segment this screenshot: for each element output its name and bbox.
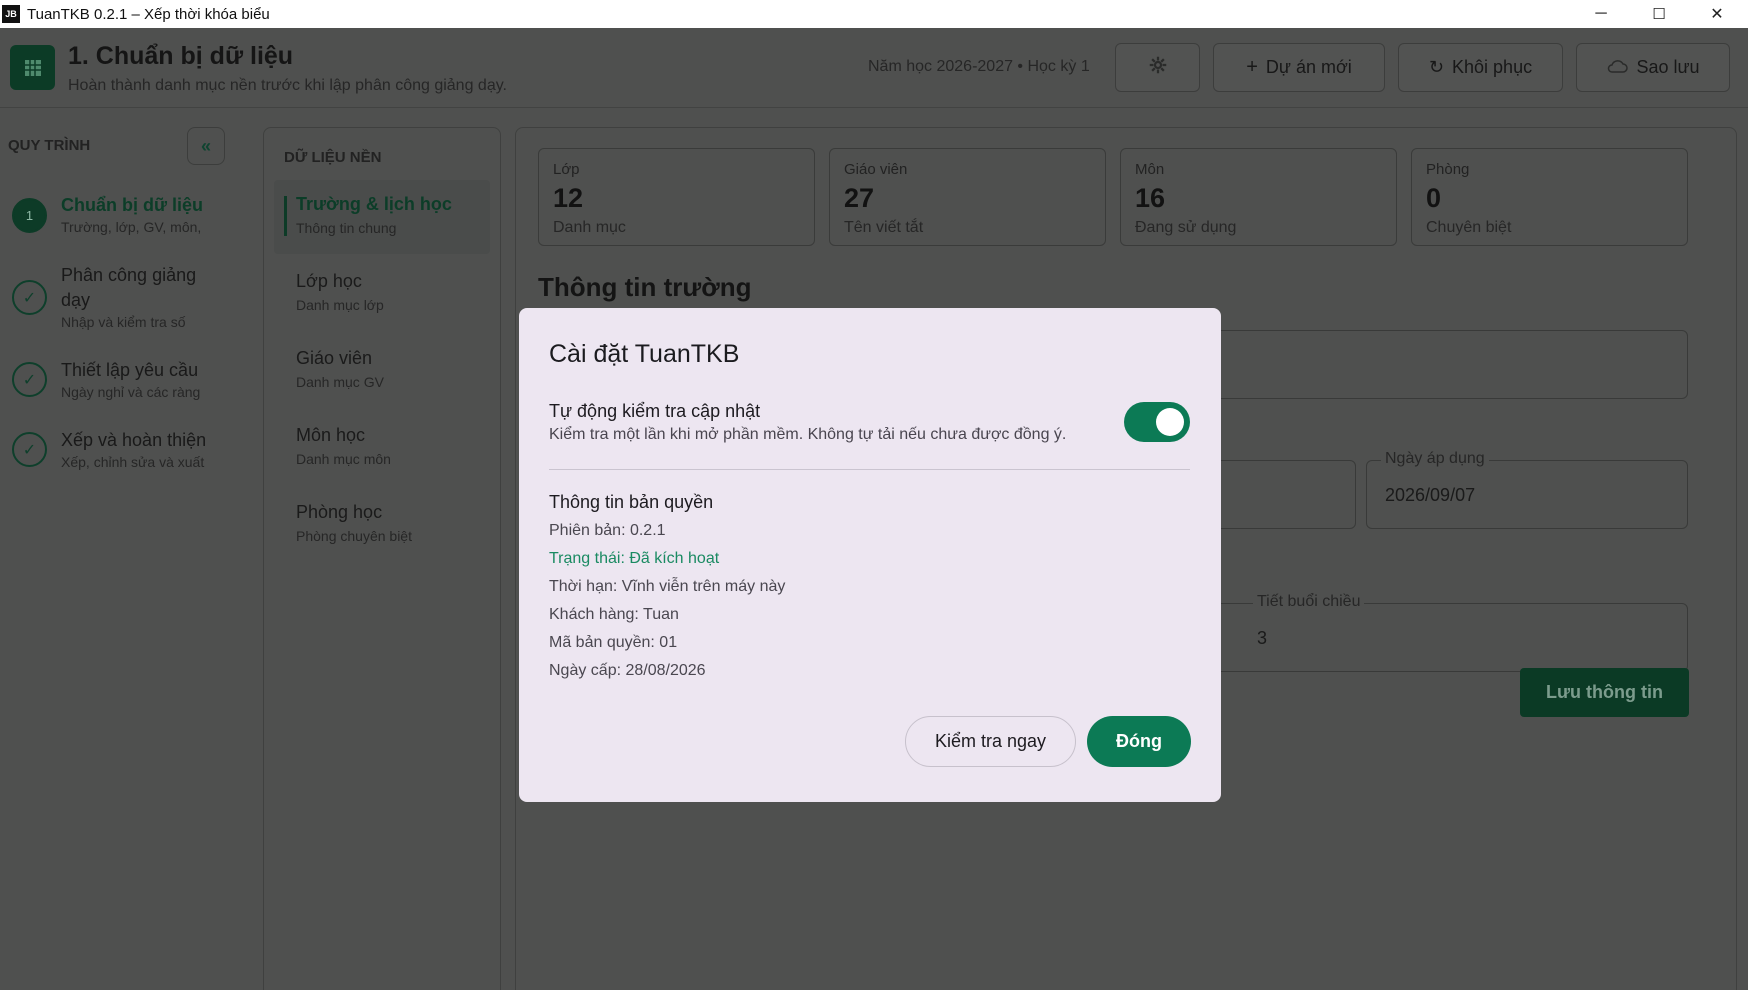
workflow-step-label: Phân công giảng dạy <box>61 265 197 310</box>
divider <box>549 469 1190 470</box>
settings-button[interactable] <box>1115 43 1200 92</box>
save-info-button[interactable]: Lưu thông tin <box>1520 668 1689 717</box>
workflow-step-desc: Ngày nghỉ và các ràng <box>61 384 201 400</box>
license-status: Trạng thái: Đã kích hoạt <box>549 550 720 567</box>
close-dialog-button[interactable]: Đóng <box>1087 716 1191 767</box>
stat-card-teachers: Giáo viên 27 Tên viết tắt <box>829 148 1106 246</box>
license-issue-date: Ngày cấp: 28/08/2026 <box>549 662 706 679</box>
nav-item-desc: Danh mục môn <box>296 451 391 467</box>
maximize-button[interactable]: ☐ <box>1630 0 1688 28</box>
check-icon: ✓ <box>12 432 47 467</box>
nav-item-rooms[interactable]: Phòng học Phòng chuyên biệt <box>274 488 490 562</box>
window-titlebar: JB TuanTKB 0.2.1 – Xếp thời khóa biểu ─ … <box>0 0 1748 28</box>
stat-card-subjects: Môn 16 Đang sử dụng <box>1120 148 1397 246</box>
nav-item-label: Môn học <box>296 425 366 445</box>
restore-button[interactable]: ↻ Khôi phục <box>1398 43 1563 92</box>
license-code: Mã bản quyền: 01 <box>549 634 678 651</box>
stat-label: Phòng <box>1426 161 1470 178</box>
school-year-semester: Năm học 2026-2027 • Học kỳ 1 <box>868 58 1090 75</box>
step-number-badge: 1 <box>12 198 47 233</box>
nav-item-school-schedule[interactable]: Trường & lịch học Thông tin chung <box>274 180 490 254</box>
page-title: 1. Chuẩn bị dữ liệu <box>68 42 294 70</box>
nav-item-teachers[interactable]: Giáo viên Danh mục GV <box>274 334 490 408</box>
license-version: Phiên bản: 0.2.1 <box>549 522 666 539</box>
apply-date-field[interactable]: Ngày áp dụng 2026/09/07 <box>1366 450 1688 529</box>
base-data-panel: DỮ LIỆU NỀN Trường & lịch học Thông tin … <box>263 127 501 990</box>
apply-date-value: 2026/09/07 <box>1385 485 1476 505</box>
afternoon-periods-label: Tiết buổi chiều <box>1253 593 1365 611</box>
workflow-step-label: Chuẩn bị dữ liệu <box>61 195 204 215</box>
stat-label: Lớp <box>553 161 580 178</box>
nav-item-classes[interactable]: Lớp học Danh mục lớp <box>274 257 490 331</box>
workflow-step-label: Xếp và hoàn thiện <box>61 430 207 450</box>
workflow-step-desc: Xếp, chỉnh sửa và xuất <box>61 454 205 470</box>
base-data-title: DỮ LIỆU NỀN <box>284 149 382 166</box>
calendar-grid-icon <box>10 45 55 90</box>
stat-card-rooms: Phòng 0 Chuyên biệt <box>1411 148 1688 246</box>
stat-card-classes: Lớp 12 Danh mục <box>538 148 815 246</box>
collapse-sidebar-button[interactable]: « <box>187 127 225 165</box>
stat-value: 12 <box>553 183 584 213</box>
nav-item-desc: Danh mục GV <box>296 374 384 390</box>
workflow-step-prepare[interactable]: 1 Chuẩn bị dữ liệu Trường, lớp, GV, môn, <box>12 193 232 253</box>
check-now-button[interactable]: Kiểm tra ngay <box>905 716 1076 767</box>
backup-label: Sao lưu <box>1636 57 1700 77</box>
license-title: Thông tin bản quyền <box>549 492 714 512</box>
stat-desc: Chuyên biệt <box>1426 219 1512 236</box>
new-project-button[interactable]: + Dự án mới <box>1213 43 1385 92</box>
dialog-title: Cài đặt TuanTKB <box>549 340 740 368</box>
workflow-step-desc: Trường, lớp, GV, môn, <box>61 219 202 235</box>
nav-item-desc: Danh mục lớp <box>296 297 384 313</box>
auto-update-label: Tự động kiểm tra cập nhật <box>549 401 761 421</box>
active-indicator <box>284 196 287 236</box>
stat-desc: Đang sử dụng <box>1135 219 1237 236</box>
nav-item-label: Lớp học <box>296 271 362 291</box>
plus-icon: + <box>1246 56 1258 78</box>
refresh-icon: ↻ <box>1428 57 1445 77</box>
restore-label: Khôi phục <box>1452 57 1533 77</box>
stat-value: 0 <box>1426 183 1442 213</box>
stat-value: 16 <box>1135 183 1166 213</box>
app-header: 1. Chuẩn bị dữ liệu Hoàn thành danh mục … <box>0 28 1748 108</box>
stat-label: Giáo viên <box>844 161 908 178</box>
afternoon-periods-value: 3 <box>1257 628 1268 648</box>
workflow-step-label: Thiết lập yêu cầu <box>61 360 199 380</box>
workflow-step-assignment[interactable]: ✓ Phân công giảng dạy Nhập và kiểm tra s… <box>12 263 232 343</box>
nav-item-label: Giáo viên <box>296 348 373 368</box>
app-logo-icon: JB <box>2 5 20 23</box>
apply-date-label: Ngày áp dụng <box>1381 450 1489 468</box>
workflow-title: QUY TRÌNH <box>8 137 91 154</box>
license-term: Thời hạn: Vĩnh viễn trên máy này <box>549 578 786 595</box>
nav-item-desc: Phòng chuyên biệt <box>296 528 412 544</box>
backup-button[interactable]: Sao lưu <box>1576 43 1730 92</box>
page-subtitle: Hoàn thành danh mục nền trước khi lập ph… <box>68 77 507 94</box>
workflow-step-desc: Nhập và kiểm tra số <box>61 314 186 330</box>
toggle-knob <box>1156 408 1184 436</box>
nav-item-label: Phòng học <box>296 502 383 522</box>
check-icon: ✓ <box>12 280 47 315</box>
window-title: TuanTKB 0.2.1 – Xếp thời khóa biểu <box>27 5 270 23</box>
minimize-button[interactable]: ─ <box>1572 0 1630 28</box>
stat-label: Môn <box>1135 161 1165 178</box>
auto-update-desc: Kiểm tra một lần khi mở phần mềm. Không … <box>549 426 1067 443</box>
settings-dialog: Cài đặt TuanTKB Tự động kiểm tra cập nhậ… <box>519 308 1221 802</box>
nav-item-desc: Thông tin chung <box>296 220 397 236</box>
license-customer: Khách hàng: Tuan <box>549 606 679 623</box>
close-window-button[interactable]: ✕ <box>1688 0 1746 28</box>
school-info-title: Thông tin trường <box>538 272 752 302</box>
check-icon: ✓ <box>12 362 47 397</box>
stat-value: 27 <box>844 183 875 213</box>
stat-desc: Danh mục <box>553 219 626 236</box>
workflow-step-requirements[interactable]: ✓ Thiết lập yêu cầu Ngày nghỉ và các ràn… <box>12 358 232 418</box>
workflow-step-finalize[interactable]: ✓ Xếp và hoàn thiện Xếp, chỉnh sửa và xu… <box>12 428 232 488</box>
nav-item-label: Trường & lịch học <box>296 194 452 214</box>
cloud-icon <box>1606 57 1629 78</box>
nav-item-subjects[interactable]: Môn học Danh mục môn <box>274 411 490 485</box>
new-project-label: Dự án mới <box>1265 57 1352 77</box>
auto-update-toggle[interactable] <box>1124 402 1190 442</box>
stat-desc: Tên viết tắt <box>844 219 924 236</box>
gear-icon <box>1149 56 1167 79</box>
